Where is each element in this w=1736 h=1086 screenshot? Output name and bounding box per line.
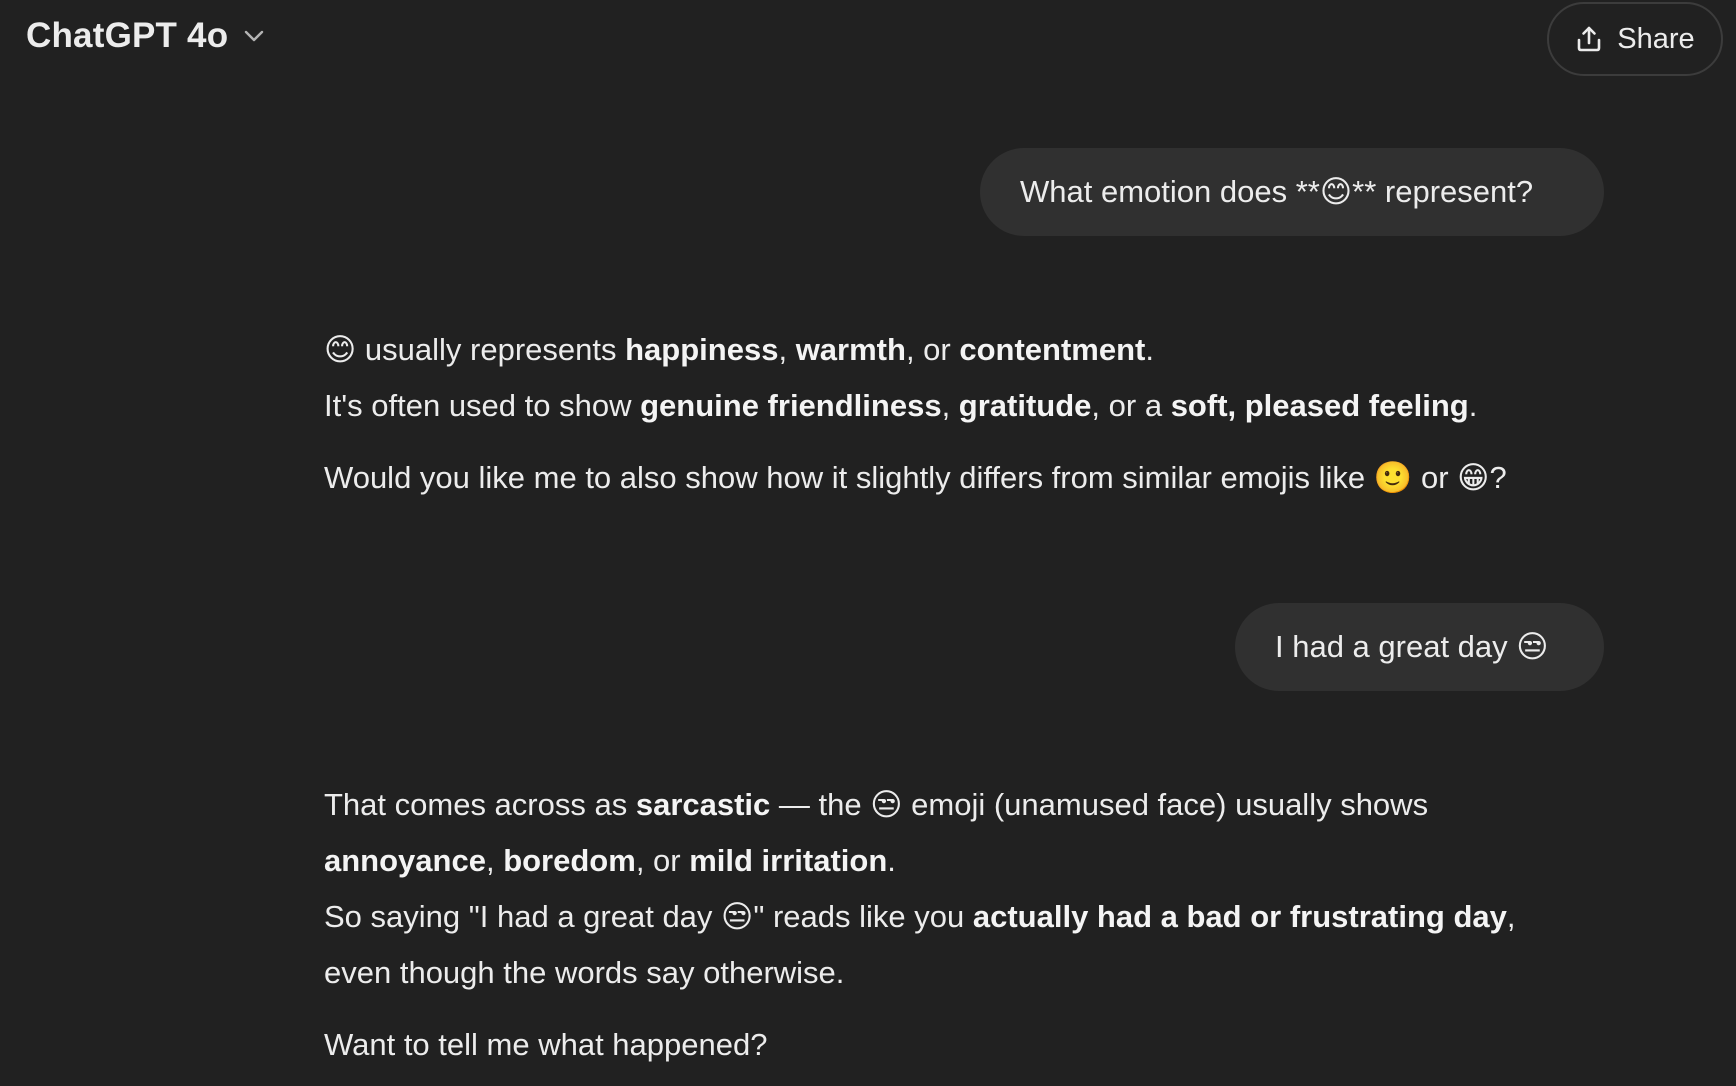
top-bar: ChatGPT 4o Share (0, 0, 1736, 84)
bold-text: contentment (959, 332, 1146, 367)
text-run: , or (635, 843, 690, 878)
bold-text: mild irritation (689, 843, 888, 878)
message-line: It's often used to show genuine friendli… (324, 386, 1477, 426)
chevron-down-icon (242, 24, 266, 48)
share-button[interactable]: Share (1547, 2, 1723, 76)
text-run: It's often used to show (324, 388, 641, 423)
bold-text: boredom (503, 843, 636, 878)
bold-text: gratitude (958, 388, 1092, 423)
share-label: Share (1617, 22, 1695, 55)
message-line: That comes across as sarcastic — the 😒 e… (324, 785, 1428, 825)
text-run: — the 😒 emoji (unamused face) usually sh… (770, 787, 1429, 822)
text-run: , (778, 332, 796, 367)
bold-text: sarcastic (635, 787, 771, 822)
text-run: , or a (1091, 388, 1171, 423)
bold-text: actually had a bad or frustrating day (972, 899, 1507, 934)
text-run: , (1506, 899, 1516, 934)
bold-text: happiness (625, 332, 779, 367)
bold-text: genuine friendliness (640, 388, 942, 423)
text-run: 😊 usually represents (324, 332, 626, 367)
bold-text: warmth (795, 332, 906, 367)
message-line: even though the words say otherwise. (324, 953, 844, 993)
text-run: even though the words say otherwise. (324, 955, 845, 990)
bold-text: soft, pleased feeling (1170, 388, 1469, 423)
text-run: So saying "I had a great day 😒" reads li… (324, 899, 973, 934)
text-run: , or (905, 332, 960, 367)
message-line: So saying "I had a great day 😒" reads li… (324, 897, 1516, 937)
text-run: , (941, 388, 959, 423)
model-selector[interactable]: ChatGPT 4o (26, 16, 266, 56)
message-line: Would you like me to also show how it sl… (324, 458, 1507, 498)
text-run: , (485, 843, 504, 878)
message-line: annoyance, boredom, or mild irritation. (324, 841, 896, 881)
text-run: That comes across as (324, 787, 636, 822)
bold-text: annoyance (324, 843, 486, 878)
message-line: 😊 usually represents happiness, warmth, … (324, 330, 1154, 370)
message-line: Want to tell me what happened? (324, 1025, 767, 1065)
user-message: I had a great day 😒 (1235, 603, 1604, 691)
assistant-message: That comes across as sarcastic — the 😒 e… (324, 785, 1614, 1075)
text-run: . (1468, 388, 1478, 423)
model-name: ChatGPT 4o (26, 16, 229, 55)
share-upload-icon (1575, 25, 1603, 53)
text-run: Would you like me to also show how it sl… (324, 460, 1507, 495)
assistant-message: 😊 usually represents happiness, warmth, … (324, 330, 1614, 510)
text-run: Want to tell me what happened? (324, 1027, 768, 1062)
text-run: . (887, 843, 896, 878)
text-run: . (1145, 332, 1154, 367)
user-message: What emotion does **😊** represent? (980, 148, 1604, 236)
